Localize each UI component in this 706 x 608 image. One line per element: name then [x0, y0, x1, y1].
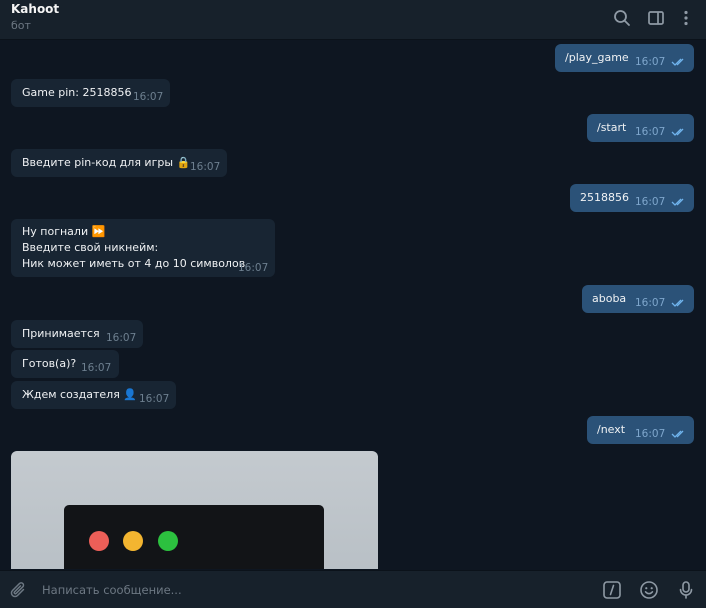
- message-outgoing[interactable]: /start 16:07: [587, 114, 694, 142]
- message-time: 16:07: [238, 262, 269, 274]
- message-input[interactable]: Написать сообщение...: [42, 583, 182, 597]
- photo-message[interactable]: [11, 451, 378, 569]
- message-text: Готов(а)?: [22, 357, 77, 370]
- message-outgoing[interactable]: /next 16:07: [587, 416, 694, 444]
- message-time: 16:07: [635, 297, 666, 309]
- message-time: 16:07: [190, 161, 221, 173]
- message-line: Ну погнали ⏩: [22, 225, 106, 238]
- chat-subtitle: бот: [11, 19, 31, 32]
- more-vertical-icon[interactable]: [676, 8, 696, 28]
- message-time: 16:07: [139, 393, 170, 405]
- attach-icon[interactable]: [9, 580, 29, 600]
- read-checks-icon: [671, 298, 687, 308]
- message-text: Ждем создателя 👤: [22, 388, 138, 401]
- message-time: 16:07: [106, 332, 137, 344]
- message-incoming[interactable]: Введите pin-код для игры 🔒 16:07: [11, 149, 227, 177]
- message-incoming[interactable]: Game pin: 2518856 16:07: [11, 79, 170, 107]
- message-time: 16:07: [635, 126, 666, 138]
- yellow-dot-icon: [123, 531, 143, 551]
- message-line: Введите свой никнейм:: [22, 241, 159, 254]
- message-time: 16:07: [635, 428, 666, 440]
- message-incoming[interactable]: Готов(а)? 16:07: [11, 350, 119, 378]
- read-checks-icon: [671, 197, 687, 207]
- read-checks-icon: [671, 57, 687, 67]
- message-text: /play_game: [565, 51, 629, 64]
- message-incoming[interactable]: Принимается 16:07: [11, 320, 143, 348]
- microphone-icon[interactable]: [676, 580, 696, 600]
- message-text: /start: [597, 121, 627, 134]
- message-text: Введите pin-код для игры 🔒: [22, 156, 191, 169]
- red-dot-icon: [89, 531, 109, 551]
- commands-icon[interactable]: [602, 580, 622, 600]
- message-incoming[interactable]: Ну погнали ⏩ Введите свой никнейм: Ник м…: [11, 219, 275, 277]
- message-incoming[interactable]: Ждем создателя 👤 16:07: [11, 381, 176, 409]
- photo-window-graphic: [64, 505, 324, 569]
- read-checks-icon: [671, 127, 687, 137]
- message-outgoing[interactable]: 2518856 16:07: [570, 184, 694, 212]
- emoji-icon[interactable]: [639, 580, 659, 600]
- message-text: aboba: [592, 292, 627, 305]
- message-time: 16:07: [133, 91, 164, 103]
- search-icon[interactable]: [612, 8, 632, 28]
- message-text: Game pin: 2518856: [22, 86, 132, 99]
- read-checks-icon: [671, 429, 687, 439]
- message-time: 16:07: [635, 196, 666, 208]
- message-time: 16:07: [81, 362, 112, 374]
- green-dot-icon: [158, 531, 178, 551]
- message-text: 2518856: [580, 191, 629, 204]
- message-line: Ник может иметь от 4 до 10 символов: [22, 257, 246, 270]
- chat-header: Kahoot бот: [0, 0, 706, 40]
- message-composer: Написать сообщение...: [0, 570, 706, 608]
- message-text: Принимается: [22, 327, 100, 340]
- chat-title[interactable]: Kahoot: [11, 2, 59, 16]
- message-outgoing[interactable]: aboba 16:07: [582, 285, 694, 313]
- message-time: 16:07: [635, 56, 666, 68]
- message-text: /next: [597, 423, 626, 436]
- message-outgoing[interactable]: /play_game 16:07: [555, 44, 694, 72]
- sidebar-toggle-icon[interactable]: [646, 8, 666, 28]
